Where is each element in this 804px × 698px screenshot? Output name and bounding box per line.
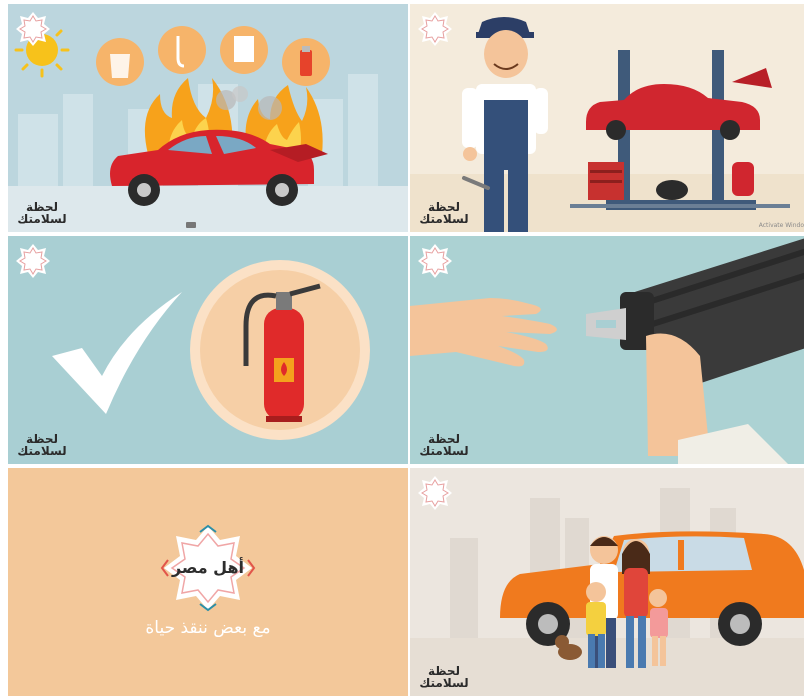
logo-illustration: [160, 524, 256, 612]
caption-line2: لسلامتك: [17, 212, 67, 227]
hazard-icons: [96, 26, 330, 86]
panel-car-fire: لحظة لسلامتك: [8, 4, 408, 232]
car-fire-illustration: [8, 22, 408, 232]
brand-caption: لحظة لسلامتك: [14, 201, 70, 226]
brand-badge-icon: [418, 244, 452, 278]
brand-badge-icon: [418, 476, 452, 510]
brand-logo-text: أهل مصر: [171, 558, 245, 577]
brand-caption: لحظة لسلامتك: [416, 201, 472, 226]
extinguisher-icon: [732, 162, 754, 196]
brand-badge-icon: [16, 12, 50, 46]
caption-line2: لسلامتك: [17, 444, 67, 459]
family-car-illustration: [410, 488, 804, 696]
panel-logo-endcard: أهل مصر مع بعض ننقذ حياة: [8, 468, 408, 696]
caption-line2: لسلامتك: [419, 676, 469, 691]
caption-line2: لسلامتك: [419, 212, 469, 227]
panel-mechanic: لحظة لسلامتك Activate Windo: [410, 4, 804, 232]
seatbelt-illustration: [410, 238, 804, 464]
play-indicator-icon: [186, 222, 196, 228]
brand-badge-icon: [418, 12, 452, 46]
tagline: مع بعض ننقذ حياة: [145, 618, 271, 638]
panel-family-car: لحظة لسلامتك: [410, 468, 804, 696]
checkmark-icon: [52, 292, 182, 414]
lifted-red-car: [586, 68, 772, 140]
tire: [656, 180, 688, 200]
brand-caption: لحظة لسلامتك: [416, 665, 472, 690]
extinguisher-check-illustration: [52, 260, 370, 440]
watermark-text: Activate Windo: [758, 222, 804, 229]
seatbelt-icon: [586, 238, 804, 464]
panel-seatbelt: لحظة لسلامتك: [410, 236, 804, 464]
brand-caption: لحظة لسلامتك: [416, 433, 472, 458]
open-hand-icon: [410, 298, 557, 367]
caption-line2: لسلامتك: [419, 444, 469, 459]
panel-extinguisher: لحظة لسلامتك: [8, 236, 408, 464]
mechanic-illustration: [410, 17, 804, 232]
brand-badge-icon: [16, 244, 50, 278]
brand-caption: لحظة لسلامتك: [14, 433, 70, 458]
